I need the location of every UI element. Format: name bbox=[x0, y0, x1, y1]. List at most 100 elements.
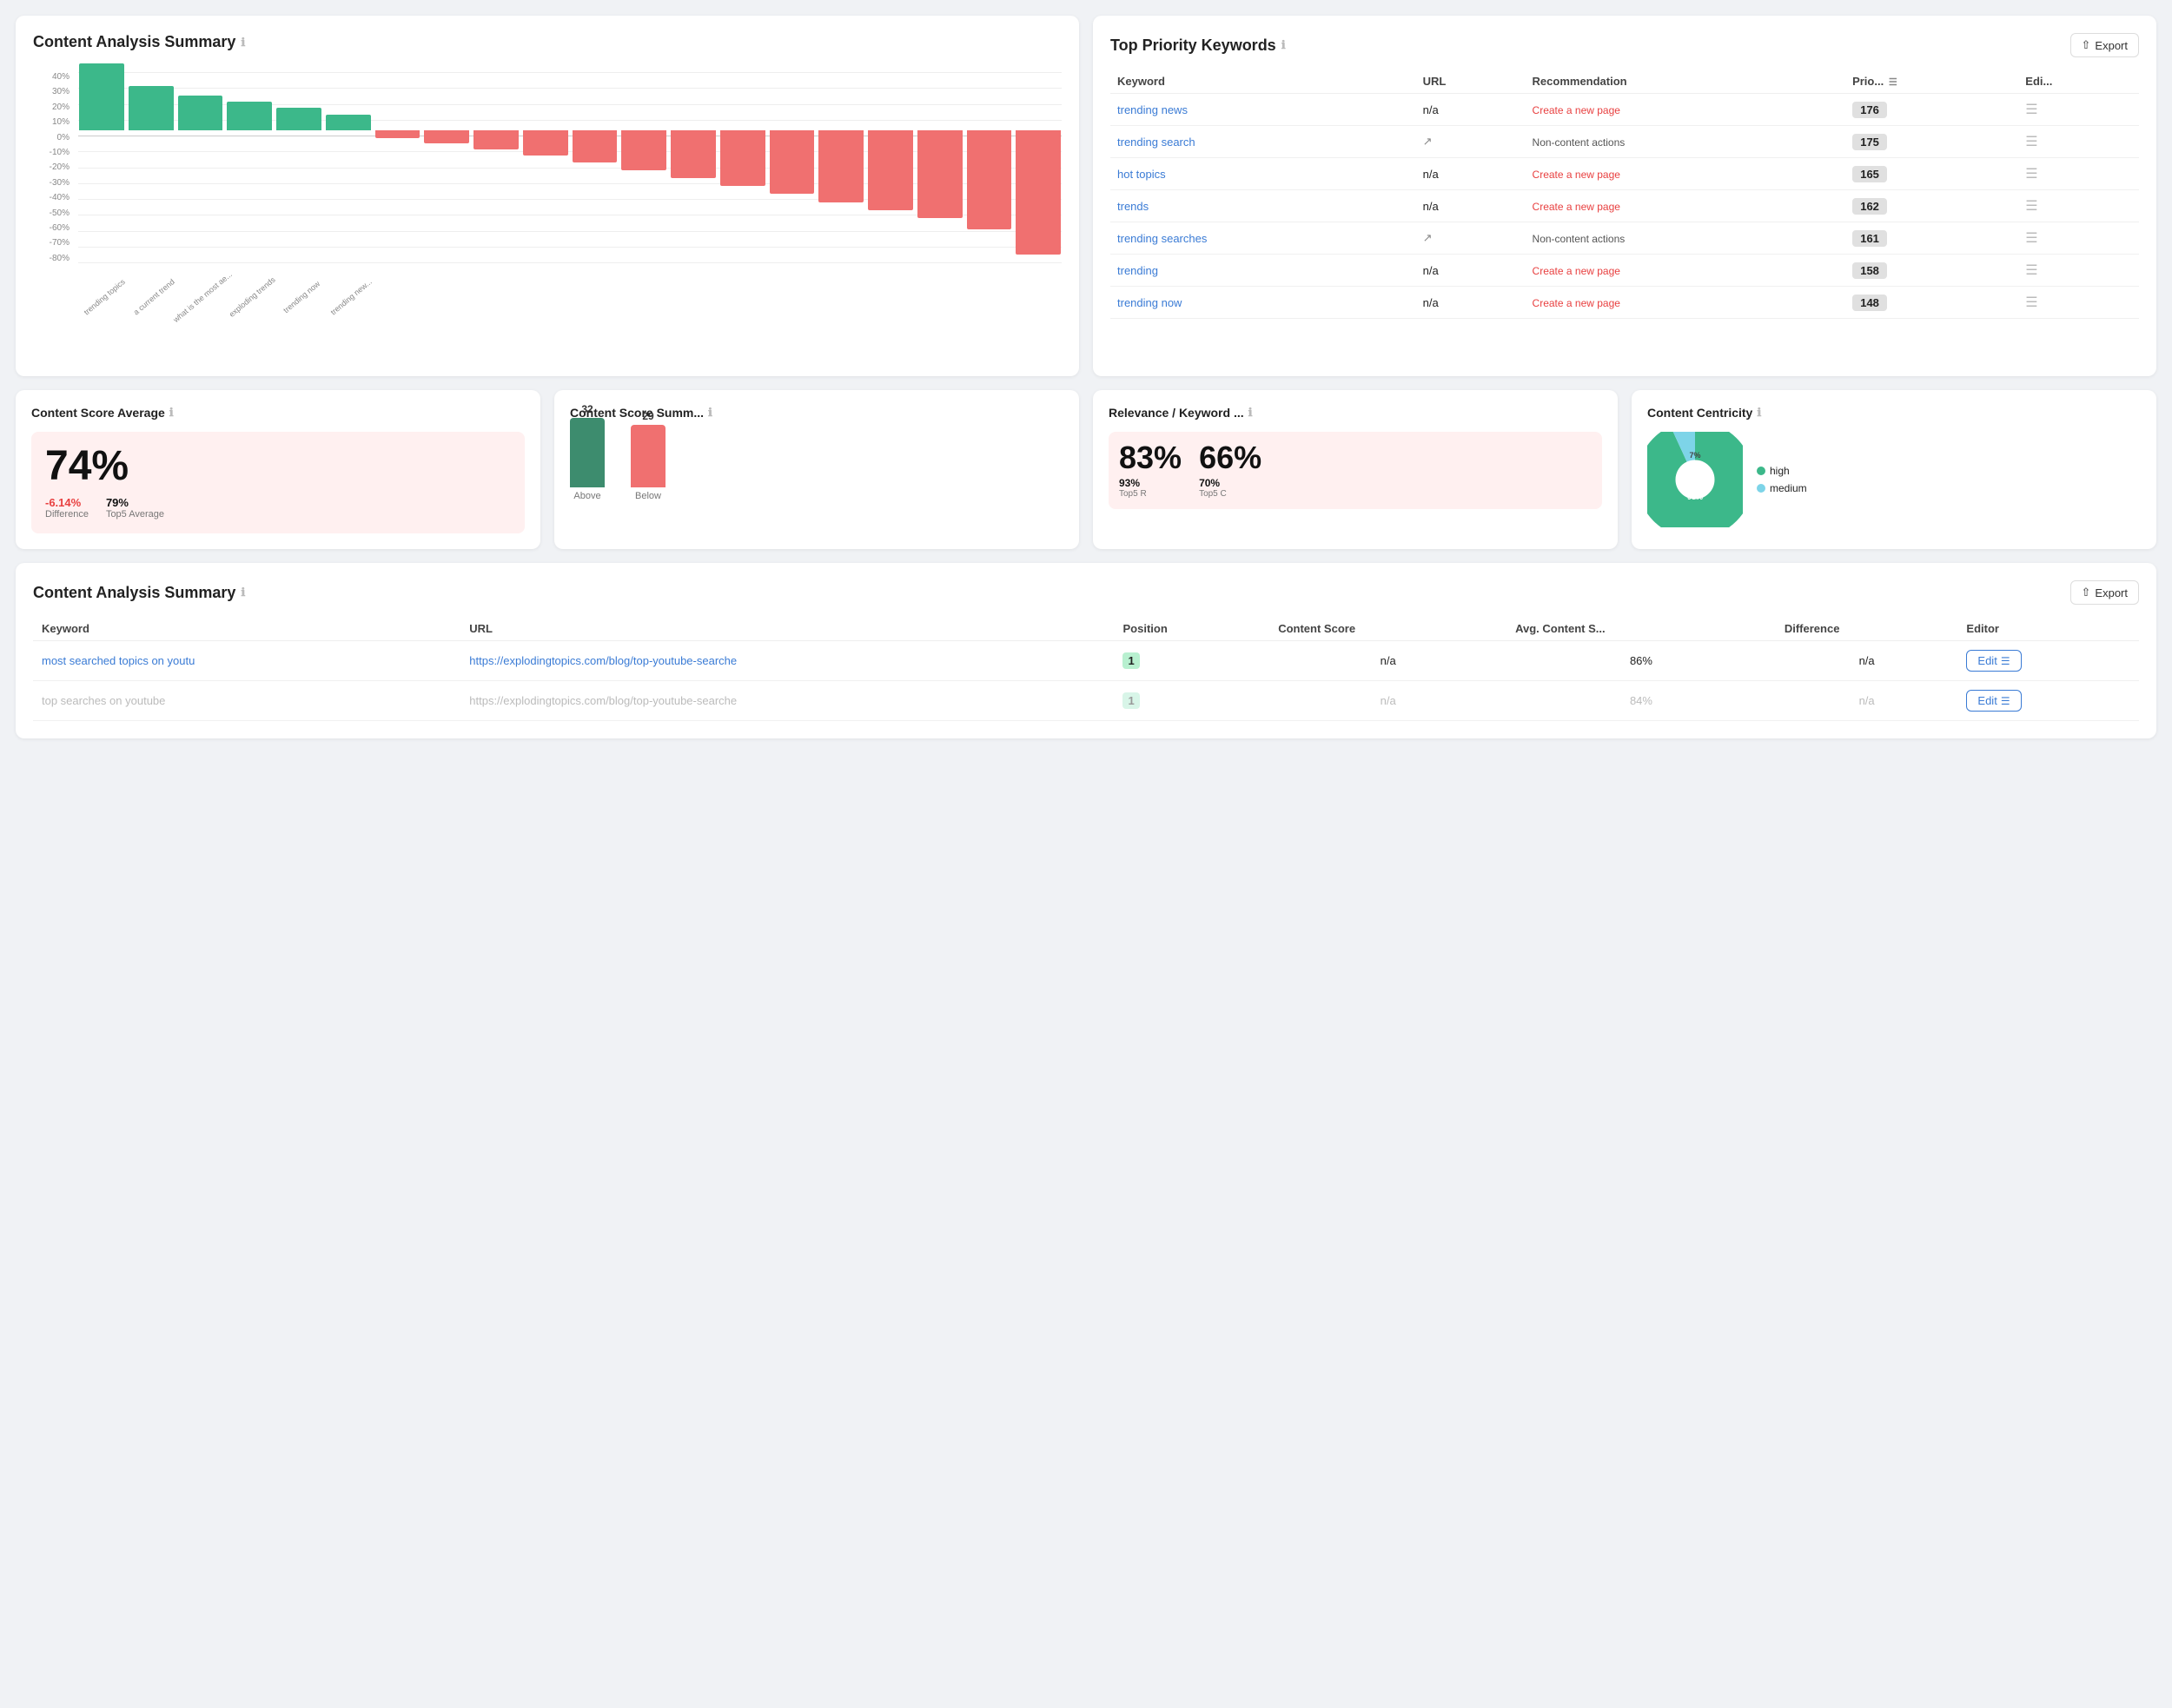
score-summ-chart: 32 Above 29 Below bbox=[570, 432, 1063, 519]
kw-link-4[interactable]: trending searches bbox=[1117, 232, 1207, 245]
kw-edit-3[interactable]: ☰ bbox=[2018, 190, 2139, 222]
chart-area: Content Score Diff to Top-5 Average 40%3… bbox=[33, 63, 1062, 359]
bar-item-10 bbox=[572, 63, 619, 255]
kw-link-2[interactable]: hot topics bbox=[1117, 168, 1166, 181]
bar-item-7 bbox=[423, 63, 470, 255]
kw-url-na-0: n/a bbox=[1416, 94, 1526, 126]
bottom-export-label: Export bbox=[2095, 586, 2128, 599]
kw-table-row: hot topicsn/aCreate a new page165☰ bbox=[1110, 158, 2139, 190]
kw-edit-0[interactable]: ☰ bbox=[2018, 94, 2139, 126]
relevance-title-text: Relevance / Keyword ... bbox=[1109, 406, 1244, 420]
bars-container: trending topicsa current trendwhat is th… bbox=[78, 63, 1062, 255]
content-analysis-chart-card: Content Analysis Summary ℹ Content Score… bbox=[16, 16, 1079, 376]
legend-medium-dot bbox=[1757, 484, 1765, 493]
bar-item-9 bbox=[522, 63, 569, 255]
score-avg-info-icon[interactable]: ℹ bbox=[169, 406, 174, 420]
analysis-cs-1: n/a bbox=[1269, 681, 1506, 721]
relevance-col-1: 83% 93% Top5 R bbox=[1119, 442, 1182, 499]
legend-high-dot bbox=[1757, 467, 1765, 475]
keywords-table: Keyword URL Recommendation Prio... ☰ Edi… bbox=[1110, 70, 2139, 319]
kw-rec-6: Create a new page bbox=[1526, 287, 1846, 319]
analysis-table-row: most searched topics on youtu https://exp… bbox=[33, 641, 2139, 681]
bar-x-label-3: exploding trends bbox=[228, 275, 277, 319]
bar-item-0: trending topics bbox=[78, 63, 125, 255]
bottom-export-icon: ⇧ bbox=[2082, 586, 2091, 599]
kw-table-row: trending searches↗Non-content actions161… bbox=[1110, 222, 2139, 255]
summ-above-bar: 32 Above bbox=[570, 403, 605, 501]
analysis-col-url: URL bbox=[460, 617, 1114, 641]
content-centricity-card: Content Centricity ℹ 93% 7% bbox=[1632, 390, 2156, 549]
kw-edit-6[interactable]: ☰ bbox=[2018, 287, 2139, 319]
centricity-pie-wrap: 93% 7% high medium bbox=[1647, 432, 2141, 527]
keywords-info-icon[interactable]: ℹ bbox=[1281, 38, 1286, 52]
score-summ-info-icon[interactable]: ℹ bbox=[708, 406, 712, 420]
score-avg-row: -6.14% Difference 79% Top5 Average bbox=[45, 496, 511, 520]
score-diff-label: Difference bbox=[45, 509, 89, 520]
kw-edit-2[interactable]: ☰ bbox=[2018, 158, 2139, 190]
bottom-title: Content Analysis Summary ℹ bbox=[33, 584, 245, 602]
bar-x-label-4: trending now bbox=[281, 279, 321, 314]
analysis-edit-button-1[interactable]: Edit ☰ bbox=[1966, 690, 2021, 712]
analysis-url-0: https://explodingtopics.com/blog/top-you… bbox=[460, 641, 1114, 681]
keywords-title: Top Priority Keywords ℹ bbox=[1110, 36, 1286, 55]
bottom-export-button[interactable]: ⇧ Export bbox=[2070, 580, 2139, 605]
analysis-kw-link-0[interactable]: most searched topics on youtu bbox=[42, 654, 195, 667]
analysis-col-content-score: Content Score bbox=[1269, 617, 1506, 641]
keywords-export-button[interactable]: ⇧ Export bbox=[2070, 33, 2139, 57]
kw-rec-4: Non-content actions bbox=[1526, 222, 1846, 255]
kw-edit-4[interactable]: ☰ bbox=[2018, 222, 2139, 255]
summ-below-bar-fill bbox=[631, 425, 666, 487]
kw-link-0[interactable]: trending news bbox=[1117, 103, 1188, 116]
kw-priority-0: 176 bbox=[1845, 94, 2018, 126]
kw-rec-0: Create a new page bbox=[1526, 94, 1846, 126]
analysis-table: Keyword URL Position Content Score Avg. … bbox=[33, 617, 2139, 721]
bar-item-15 bbox=[818, 63, 864, 255]
bar-item-1: a current trend bbox=[128, 63, 175, 255]
bar-item-8 bbox=[473, 63, 520, 255]
kw-link-3[interactable]: trends bbox=[1117, 200, 1149, 213]
kw-priority-2: 165 bbox=[1845, 158, 2018, 190]
bar-item-17 bbox=[917, 63, 963, 255]
bar-chart: Content Score Diff to Top-5 Average 40%3… bbox=[33, 63, 1062, 307]
chart-info-icon[interactable]: ℹ bbox=[241, 36, 245, 50]
analysis-edit-button-0[interactable]: Edit ☰ bbox=[1966, 650, 2021, 672]
kw-priority-3: 162 bbox=[1845, 190, 2018, 222]
top-priority-keywords-card: Top Priority Keywords ℹ ⇧ Export Keyword… bbox=[1093, 16, 2156, 376]
kw-link-5[interactable]: trending bbox=[1117, 264, 1158, 277]
bar-item-5: trending new... bbox=[325, 63, 372, 255]
col-editor: Edi... bbox=[2018, 70, 2139, 94]
analysis-diff-0: n/a bbox=[1776, 641, 1958, 681]
kw-link-1[interactable]: trending search bbox=[1117, 136, 1195, 149]
relevance-info-icon[interactable]: ℹ bbox=[1248, 406, 1253, 420]
bar-item-12 bbox=[670, 63, 717, 255]
centricity-info-icon[interactable]: ℹ bbox=[1757, 406, 1761, 420]
kw-edit-1[interactable]: ☰ bbox=[2018, 126, 2139, 158]
bottom-info-icon[interactable]: ℹ bbox=[241, 586, 245, 599]
bar-item-16 bbox=[867, 63, 914, 255]
relevance-sublabel2: Top5 C bbox=[1199, 489, 1261, 499]
legend-high: high bbox=[1757, 465, 1807, 477]
score-avg-title-text: Content Score Average bbox=[31, 406, 165, 420]
export-label: Export bbox=[2095, 39, 2128, 52]
bar-x-label-1: a current trend bbox=[131, 277, 175, 316]
summ-above-value: 32 bbox=[581, 403, 593, 415]
relevance-sublabel1: Top5 R bbox=[1119, 489, 1182, 499]
kw-table-row: trending search↗Non-content actions175☰ bbox=[1110, 126, 2139, 158]
kw-edit-5[interactable]: ☰ bbox=[2018, 255, 2139, 287]
score-diff-value: -6.14% bbox=[45, 496, 89, 509]
kw-rec-1: Non-content actions bbox=[1526, 126, 1846, 158]
content-score-average-card: Content Score Average ℹ 74% -6.14% Diffe… bbox=[16, 390, 540, 549]
summ-below-bar: 29 Below bbox=[631, 410, 666, 501]
score-top5-label: Top5 Average bbox=[106, 509, 164, 520]
bar-x-label-0: trending topics bbox=[82, 277, 126, 316]
score-avg-title: Content Score Average ℹ bbox=[31, 406, 525, 420]
kw-table-row: trendsn/aCreate a new page162☰ bbox=[1110, 190, 2139, 222]
analysis-avg-1: 84% bbox=[1506, 681, 1776, 721]
analysis-cs-0: n/a bbox=[1269, 641, 1506, 681]
analysis-table-body: most searched topics on youtu https://exp… bbox=[33, 641, 2139, 721]
legend-medium: medium bbox=[1757, 482, 1807, 494]
analysis-kw-link-1[interactable]: top searches on youtube bbox=[42, 694, 165, 707]
kw-priority-6: 148 bbox=[1845, 287, 2018, 319]
kw-link-6[interactable]: trending now bbox=[1117, 296, 1182, 309]
summ-below-label: Below bbox=[635, 491, 661, 501]
